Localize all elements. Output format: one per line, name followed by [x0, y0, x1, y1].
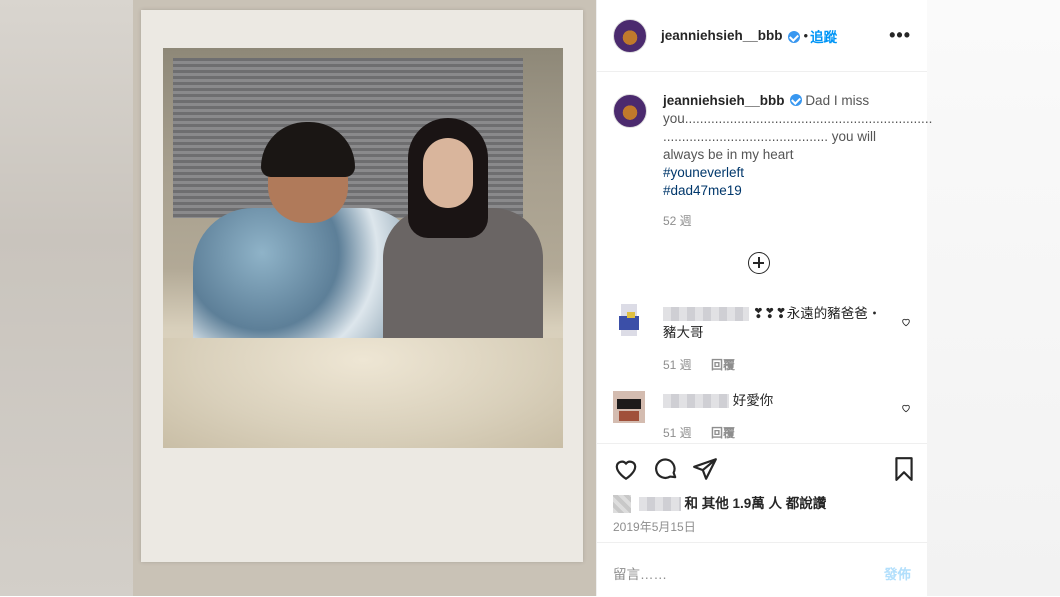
man-figure — [193, 122, 423, 358]
post-button[interactable]: 發佈 — [884, 563, 911, 583]
woman-figure — [383, 118, 553, 358]
reply-button[interactable]: 回覆 — [711, 426, 735, 440]
verified-icon — [789, 94, 802, 106]
comment-icon[interactable] — [653, 456, 679, 482]
caption-text-2: you.....................................… — [663, 111, 933, 126]
verified-icon — [787, 30, 800, 43]
caption-text-4: always be in my heart — [663, 147, 794, 162]
likes-summary[interactable]: 和 其他 1.9萬 人 都說讚 — [613, 492, 827, 514]
comment-input[interactable]: 留言…… — [613, 563, 667, 583]
comment-avatar[interactable] — [613, 304, 645, 336]
heart-icon[interactable] — [613, 456, 639, 482]
background-right — [926, 0, 1060, 596]
redacted-username — [638, 497, 681, 512]
avatar[interactable] — [613, 18, 647, 53]
comment-time: 51 週 — [663, 426, 692, 440]
comment-avatar[interactable] — [613, 391, 645, 423]
heart-icon[interactable] — [901, 403, 911, 413]
comment-time: 51 週 — [663, 358, 692, 372]
add-circle-icon[interactable] — [748, 252, 770, 274]
follow-button[interactable]: 追蹤 — [810, 26, 837, 46]
post-header: jeanniehsieh__bbb • 追蹤 ••• — [597, 0, 927, 72]
table — [163, 338, 563, 448]
polaroid-frame — [141, 10, 583, 562]
post-sidebar: jeanniehsieh__bbb • 追蹤 ••• jeanniehsieh_… — [596, 0, 932, 596]
redacted-username — [663, 307, 749, 322]
heart-icon[interactable] — [901, 317, 911, 327]
post-image[interactable] — [133, 0, 596, 596]
redacted-username — [663, 394, 729, 409]
background-left — [0, 0, 133, 596]
liker-avatar — [613, 495, 631, 514]
share-icon[interactable] — [692, 456, 718, 482]
separator-dot: • — [803, 28, 809, 43]
caption-avatar[interactable] — [613, 94, 647, 128]
hashtag-dad47me19[interactable]: #dad47me19 — [663, 182, 911, 200]
header-username[interactable]: jeanniehsieh__bbb — [661, 28, 783, 43]
add-comment-bar: 留言…… 發佈 — [597, 542, 927, 597]
caption-text-1: Dad I miss — [805, 93, 870, 108]
likes-text: 和 其他 1.9萬 人 都說讚 — [684, 496, 827, 511]
more-icon[interactable]: ••• — [889, 25, 911, 46]
caption-username[interactable]: jeanniehsieh__bbb — [663, 93, 785, 108]
hashtag-youneverleft[interactable]: #youneverleft — [663, 164, 911, 182]
post-date: 2019年5月15日 — [613, 520, 696, 534]
caption-text-3: ........................................… — [663, 129, 877, 144]
bookmark-icon[interactable] — [891, 456, 917, 482]
polaroid-photo — [163, 48, 563, 448]
action-bar: 和 其他 1.9萬 人 都說讚 2019年5月15日 留言…… 發佈 — [597, 443, 927, 596]
reply-button[interactable]: 回覆 — [711, 358, 735, 372]
caption-time: 52 週 — [663, 214, 692, 228]
comment-text: 好愛你 — [732, 393, 774, 408]
